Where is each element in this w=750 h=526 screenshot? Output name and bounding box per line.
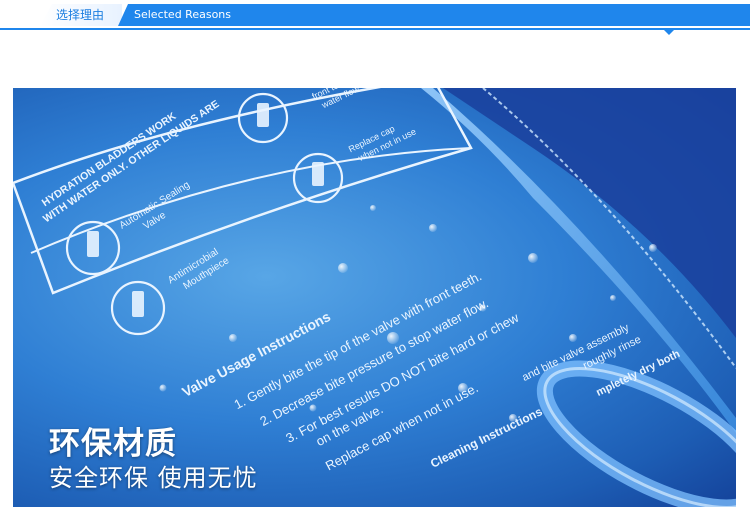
header-caret-icon: [664, 30, 674, 35]
cleaning-heading: Cleaning Instructions: [428, 404, 545, 471]
warning-line-1: HYDRATION BLADDERS WORK: [40, 110, 179, 209]
product-photo: HYDRATION BLADDERS WORK WITH WATER ONLY.…: [13, 88, 736, 507]
section-title-en: Selected Reasons: [118, 4, 750, 26]
warning-line-2: WITH WATER ONLY. OTHER LIQUIDS ARE: [41, 98, 221, 225]
feature-subtitle: 安全环保 使用无忧: [49, 464, 258, 492]
section-title-cn: 选择理由: [40, 4, 122, 26]
feature-title: 环保材质: [49, 426, 177, 462]
header-divider: [0, 28, 750, 30]
section-header: 选择理由 Selected Reasons: [0, 4, 750, 26]
